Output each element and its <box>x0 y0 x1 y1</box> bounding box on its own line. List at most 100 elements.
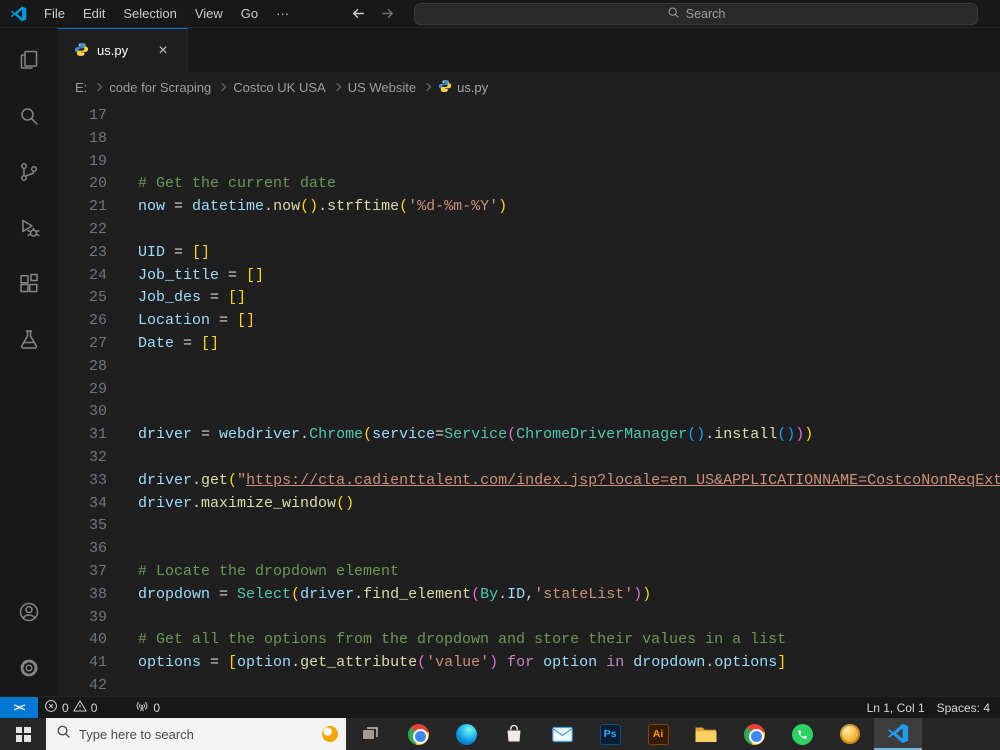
explorer-icon[interactable] <box>5 32 53 88</box>
warning-icon <box>73 699 87 716</box>
warning-count: 0 <box>90 700 98 715</box>
menu-edit[interactable]: Edit <box>74 3 114 24</box>
code-line[interactable]: 21 now = datetime.now().strftime('%d-%m-%… <box>58 196 1000 219</box>
code-line[interactable]: 20 # Get the current date <box>58 173 1000 196</box>
line-number: 35 <box>88 517 107 535</box>
line-number: 31 <box>88 426 107 444</box>
taskbar-apps: Ps Ai <box>346 718 922 750</box>
code-line[interactable]: 18 <box>58 128 1000 151</box>
code-line[interactable]: 22 <box>58 219 1000 242</box>
line-number: 36 <box>88 540 107 558</box>
editor-lines: 17 18 19 20 # Get the current date 21 now = da… <box>58 105 1000 696</box>
search-icon[interactable] <box>5 88 53 144</box>
menu-bar: File Edit Selection View Go <box>35 3 267 24</box>
code-line[interactable]: 33 driver.get("https://cta.cadienttalent.… <box>58 470 1000 493</box>
code-line[interactable]: 37 # Locate the dropdown element <box>58 561 1000 584</box>
code-line[interactable]: 28 <box>58 356 1000 379</box>
breadcrumb-item[interactable]: E: <box>75 80 87 95</box>
tab-label: us.py <box>97 43 129 58</box>
code-line[interactable]: 25 Job_des = [] <box>58 287 1000 310</box>
breadcrumb-item[interactable]: US Website <box>348 80 416 95</box>
breadcrumb-file[interactable]: us.py <box>438 79 488 96</box>
code-line[interactable]: 27 Date = [] <box>58 333 1000 356</box>
code-line[interactable]: 42 <box>58 675 1000 696</box>
code-text: UID = [] <box>138 243 211 261</box>
broadcast-count: 0 <box>153 700 161 715</box>
code-line[interactable]: 35 <box>58 515 1000 538</box>
code-line[interactable]: 41 options = [option.get_attribute('value… <box>58 652 1000 675</box>
command-center-search[interactable]: Search <box>414 2 978 25</box>
ports-indicator[interactable]: 0 <box>129 697 166 718</box>
cursor-position[interactable]: Ln 1, Col 1 <box>861 701 931 715</box>
illustrator-taskbar-icon[interactable]: Ai <box>634 718 682 750</box>
settings-icon[interactable] <box>5 640 53 696</box>
menu-go[interactable]: Go <box>232 3 267 24</box>
code-line[interactable]: 39 <box>58 607 1000 630</box>
store-taskbar-icon[interactable] <box>490 718 538 750</box>
search-highlights-icon[interactable] <box>322 726 338 742</box>
task-view-taskbar-icon[interactable] <box>346 718 394 750</box>
code-line[interactable]: 17 <box>58 105 1000 128</box>
close-icon[interactable]: × <box>154 42 172 60</box>
breadcrumb: E: code for Scraping Costco UK USA US Websi… <box>58 72 1000 102</box>
code-text: dropdown = Select(driver.find_element(By… <box>138 585 652 603</box>
taskbar-search[interactable] <box>46 718 346 750</box>
code-line[interactable]: 40 # Get all the options from the dropdow… <box>58 629 1000 652</box>
source-control-icon[interactable] <box>5 144 53 200</box>
error-icon <box>44 699 58 716</box>
problems-indicator[interactable]: 0 0 <box>38 697 103 718</box>
line-number: 41 <box>88 654 107 672</box>
code-line[interactable]: 31 driver = webdriver.Chrome(service=Serv… <box>58 424 1000 447</box>
menu-more[interactable]: ··· <box>267 3 298 24</box>
remote-indicator[interactable]: >< <box>0 697 38 718</box>
chevron-right-icon <box>217 82 227 92</box>
editor[interactable]: 17 18 19 20 # Get the current date 21 now = da… <box>58 102 1000 696</box>
chrome-taskbar-icon[interactable] <box>394 718 442 750</box>
vscode-taskbar-icon[interactable] <box>874 718 922 750</box>
indentation-setting[interactable]: Spaces: 4 <box>931 701 996 715</box>
editor-group: us.py × E: code for Scraping Costco UK USA… <box>58 28 1000 696</box>
line-number: 28 <box>88 357 107 375</box>
code-line[interactable]: 30 <box>58 401 1000 424</box>
code-line[interactable]: 34 driver.maximize_window() <box>58 493 1000 516</box>
code-line[interactable]: 32 <box>58 447 1000 470</box>
forward-arrow-icon[interactable] <box>379 5 396 22</box>
line-number: 40 <box>88 631 107 649</box>
menu-view[interactable]: View <box>186 3 232 24</box>
search-icon <box>56 724 71 744</box>
chrome-2-taskbar-icon[interactable] <box>730 718 778 750</box>
code-line[interactable]: 36 <box>58 538 1000 561</box>
breadcrumb-item[interactable]: Costco UK USA <box>233 80 325 95</box>
line-number: 21 <box>88 198 107 216</box>
code-line[interactable]: 19 <box>58 151 1000 174</box>
code-line[interactable]: 38 dropdown = Select(driver.find_element(… <box>58 584 1000 607</box>
breadcrumb-item[interactable]: code for Scraping <box>109 80 211 95</box>
coin-taskbar-icon[interactable] <box>826 718 874 750</box>
tab-us-py[interactable]: us.py × <box>58 28 188 72</box>
mail-taskbar-icon[interactable] <box>538 718 586 750</box>
title-bar: File Edit Selection View Go ··· Search <box>0 0 1000 28</box>
accounts-icon[interactable] <box>5 584 53 640</box>
code-line[interactable]: 23 UID = [] <box>58 242 1000 265</box>
back-arrow-icon[interactable] <box>350 5 367 22</box>
code-text: # Get all the options from the dropdown … <box>138 631 787 649</box>
taskbar-search-input[interactable] <box>79 726 314 742</box>
code-line[interactable]: 24 Job_title = [] <box>58 265 1000 288</box>
photoshop-taskbar-icon[interactable]: Ps <box>586 718 634 750</box>
run-debug-icon[interactable] <box>5 200 53 256</box>
windows-taskbar: PsAi <box>0 718 1000 750</box>
edge-taskbar-icon[interactable] <box>442 718 490 750</box>
line-number: 33 <box>88 471 107 489</box>
code-text: Job_title = [] <box>138 266 265 284</box>
code-line[interactable]: 26 Location = [] <box>58 310 1000 333</box>
code-line[interactable]: 29 <box>58 379 1000 402</box>
extensions-icon[interactable] <box>5 256 53 312</box>
whatsapp-taskbar-icon[interactable] <box>778 718 826 750</box>
file-explorer-taskbar-icon[interactable] <box>682 718 730 750</box>
menu-file[interactable]: File <box>35 3 74 24</box>
activity-bar <box>0 28 58 696</box>
code-text: now = datetime.now().strftime('%d-%m-%Y'… <box>138 198 508 216</box>
start-button[interactable] <box>0 718 46 750</box>
menu-selection[interactable]: Selection <box>114 3 185 24</box>
testing-icon[interactable] <box>5 312 53 368</box>
